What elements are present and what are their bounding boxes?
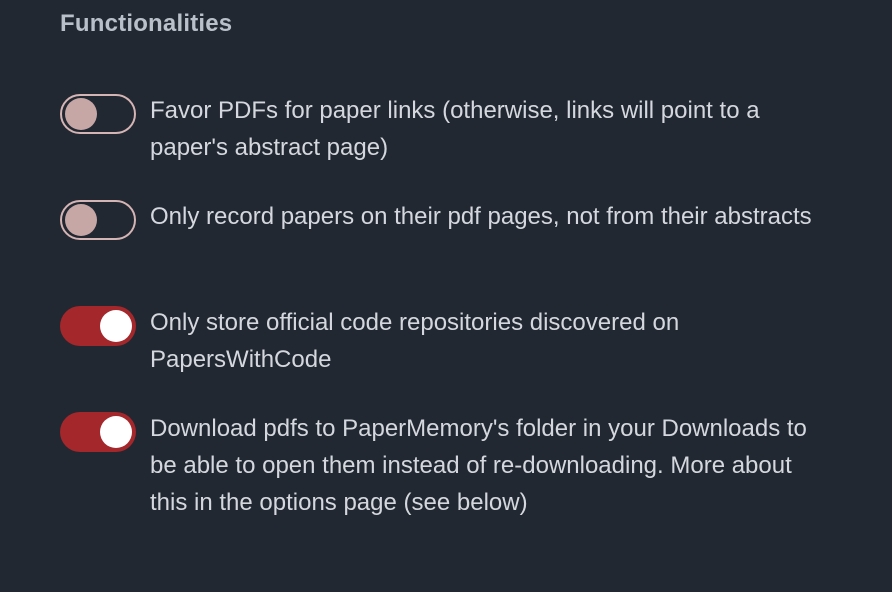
download-pdfs-toggle[interactable]	[60, 412, 136, 452]
official-repos-label: Only store official code repositories di…	[150, 309, 680, 373]
favor-pdfs-label: Favor PDFs for paper links (otherwise, l…	[150, 97, 760, 161]
toggle-knob	[100, 416, 132, 448]
record-pdf-only-toggle[interactable]	[60, 200, 136, 240]
toggle-knob	[100, 310, 132, 342]
settings-panel: Functionalities Favor PDFs for paper lin…	[0, 0, 892, 592]
toggle-knob	[65, 98, 97, 130]
download-pdfs-label: Download pdfs to PaperMemory's folder in…	[150, 415, 807, 516]
official-repos-toggle[interactable]	[60, 306, 136, 346]
toggle-knob	[65, 204, 97, 236]
favor-pdfs-toggle[interactable]	[60, 94, 136, 134]
section-title: Functionalities	[60, 10, 233, 37]
record-pdf-only-label: Only record papers on their pdf pages, n…	[150, 203, 812, 230]
